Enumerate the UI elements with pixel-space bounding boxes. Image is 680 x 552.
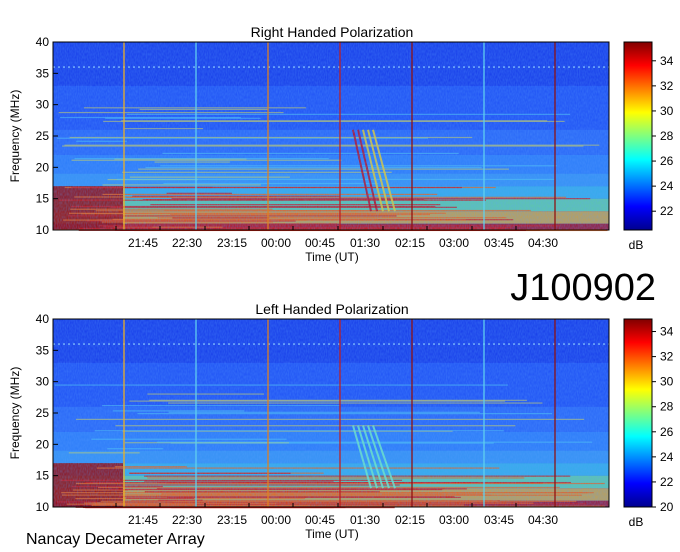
x-tick-label: 00:00 [261, 513, 291, 527]
panel-right: Right Handed Polarization 10 15 20 25 30 35 40… [8, 24, 674, 264]
y-tick-label: 10 [36, 223, 50, 237]
colorbar-tick-label: 28 [660, 400, 674, 414]
x-tick-label: 03:45 [484, 513, 514, 527]
y-tick-label: 10 [36, 500, 50, 514]
y-tick-label: 35 [36, 343, 50, 357]
y-tick-label: 35 [36, 66, 50, 80]
panel-left-colorbar-label: dB [629, 515, 644, 529]
y-tick-label: 25 [36, 129, 50, 143]
colorbar-tick-label: 20 [660, 500, 674, 514]
x-tick-label: 00:45 [305, 236, 335, 250]
colorbar-tick-label: 32 [660, 350, 674, 364]
y-tick-label: 40 [36, 312, 50, 326]
colorbar-tick-label: 24 [660, 450, 674, 464]
x-tick-label: 03:00 [439, 236, 469, 250]
y-tick-label: 30 [36, 98, 50, 112]
event-id: J100902 [510, 267, 656, 309]
panel-left-ylabel: Frequency (MHz) [8, 367, 22, 460]
x-tick-label: 01:30 [350, 236, 380, 250]
panel-right-plot [52, 41, 610, 232]
heatmap-grain [53, 42, 609, 230]
panel-left-title: Left Handed Polarization [255, 301, 408, 317]
x-tick-label: 04:30 [528, 513, 558, 527]
y-tick-label: 20 [36, 437, 50, 451]
colorbar-tick-label: 26 [660, 425, 674, 439]
colorbar-tick-label: 22 [660, 204, 674, 218]
panel-right-heatmap [53, 42, 609, 232]
panel-left-colorbar: 20 22 24 26 28 30 32 34 dB [623, 318, 674, 529]
y-tick-label: 30 [36, 375, 50, 389]
x-tick-label: 23:15 [217, 513, 247, 527]
panel-left-xlabel: Time (UT) [305, 527, 359, 541]
colorbar-tick-label: 32 [660, 79, 674, 93]
panel-right-title: Right Handed Polarization [251, 24, 414, 40]
panel-right-colorbar-label: dB [629, 238, 644, 252]
colorbar-tick-label: 30 [660, 104, 674, 118]
x-tick-label: 03:45 [484, 236, 514, 250]
colorbar-tick-label: 30 [660, 375, 674, 389]
x-tick-label: 02:15 [395, 236, 425, 250]
panel-left: Left Handed Polarization 10152025303540 … [8, 301, 674, 541]
panel-right-xlabel: Time (UT) [305, 250, 359, 264]
y-tick-label: 40 [36, 35, 50, 49]
y-tick-label: 20 [36, 160, 50, 174]
x-tick-label: 01:30 [350, 513, 380, 527]
x-tick-label: 00:00 [261, 236, 291, 250]
colorbar-tick-label: 26 [660, 154, 674, 168]
x-tick-label: 02:15 [395, 513, 425, 527]
panel-left-heatmap [53, 319, 609, 509]
x-tick-label: 04:30 [528, 236, 558, 250]
panel-left-plot [52, 318, 610, 509]
x-tick-label: 23:15 [217, 236, 247, 250]
colorbar-tick-label: 22 [660, 475, 674, 489]
x-tick-label: 22:30 [172, 236, 202, 250]
colorbar-tick-label: 34 [660, 325, 674, 339]
x-tick-label: 22:30 [172, 513, 202, 527]
x-tick-label: 21:45 [128, 513, 158, 527]
figure: Right Handed Polarization 10 15 20 25 30 35 40… [8, 24, 674, 548]
panel-right-colorbar: 22 24 26 28 30 32 34 dB [623, 41, 674, 252]
colorbar-tick-label: 24 [660, 179, 674, 193]
panel-right-ylabel: Frequency (MHz) [8, 90, 22, 183]
y-tick-label: 15 [36, 192, 50, 206]
colorbar-tick-label: 28 [660, 129, 674, 143]
x-tick-label: 21:45 [128, 236, 158, 250]
heatmap-grain [53, 319, 609, 507]
colorbar-tick-label: 34 [660, 54, 674, 68]
footer-credit: Nancay Decameter Array [26, 531, 205, 548]
y-tick-label: 15 [36, 469, 50, 483]
x-tick-label: 03:00 [439, 513, 469, 527]
x-tick-label: 00:45 [305, 513, 335, 527]
y-tick-label: 25 [36, 406, 50, 420]
